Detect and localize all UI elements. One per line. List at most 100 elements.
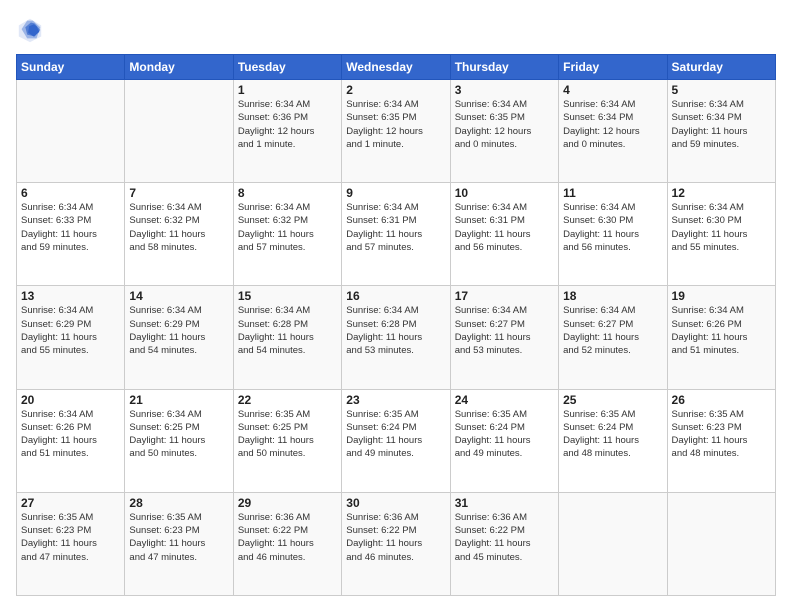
calendar-cell	[125, 80, 233, 183]
weekday-header: Wednesday	[342, 55, 450, 80]
calendar-cell: 15Sunrise: 6:34 AMSunset: 6:28 PMDayligh…	[233, 286, 341, 389]
day-info: Sunrise: 6:34 AMSunset: 6:26 PMDaylight:…	[672, 304, 771, 357]
day-info: Sunrise: 6:36 AMSunset: 6:22 PMDaylight:…	[238, 511, 337, 564]
calendar-cell: 9Sunrise: 6:34 AMSunset: 6:31 PMDaylight…	[342, 183, 450, 286]
day-number: 30	[346, 496, 445, 510]
day-info: Sunrise: 6:34 AMSunset: 6:25 PMDaylight:…	[129, 408, 228, 461]
day-info: Sunrise: 6:34 AMSunset: 6:30 PMDaylight:…	[672, 201, 771, 254]
day-number: 10	[455, 186, 554, 200]
calendar-cell: 30Sunrise: 6:36 AMSunset: 6:22 PMDayligh…	[342, 492, 450, 595]
day-number: 6	[21, 186, 120, 200]
calendar-cell: 25Sunrise: 6:35 AMSunset: 6:24 PMDayligh…	[559, 389, 667, 492]
weekday-header: Thursday	[450, 55, 558, 80]
logo-icon	[16, 16, 44, 44]
day-info: Sunrise: 6:34 AMSunset: 6:32 PMDaylight:…	[238, 201, 337, 254]
weekday-header: Tuesday	[233, 55, 341, 80]
calendar-table: SundayMondayTuesdayWednesdayThursdayFrid…	[16, 54, 776, 596]
day-number: 8	[238, 186, 337, 200]
day-info: Sunrise: 6:34 AMSunset: 6:29 PMDaylight:…	[21, 304, 120, 357]
day-info: Sunrise: 6:35 AMSunset: 6:24 PMDaylight:…	[455, 408, 554, 461]
day-number: 13	[21, 289, 120, 303]
calendar-cell: 27Sunrise: 6:35 AMSunset: 6:23 PMDayligh…	[17, 492, 125, 595]
calendar-cell: 28Sunrise: 6:35 AMSunset: 6:23 PMDayligh…	[125, 492, 233, 595]
day-info: Sunrise: 6:34 AMSunset: 6:33 PMDaylight:…	[21, 201, 120, 254]
day-info: Sunrise: 6:36 AMSunset: 6:22 PMDaylight:…	[346, 511, 445, 564]
calendar-cell: 11Sunrise: 6:34 AMSunset: 6:30 PMDayligh…	[559, 183, 667, 286]
day-info: Sunrise: 6:34 AMSunset: 6:27 PMDaylight:…	[455, 304, 554, 357]
day-info: Sunrise: 6:34 AMSunset: 6:29 PMDaylight:…	[129, 304, 228, 357]
day-number: 31	[455, 496, 554, 510]
calendar-cell: 19Sunrise: 6:34 AMSunset: 6:26 PMDayligh…	[667, 286, 775, 389]
calendar-cell: 8Sunrise: 6:34 AMSunset: 6:32 PMDaylight…	[233, 183, 341, 286]
day-info: Sunrise: 6:34 AMSunset: 6:30 PMDaylight:…	[563, 201, 662, 254]
day-info: Sunrise: 6:34 AMSunset: 6:28 PMDaylight:…	[346, 304, 445, 357]
day-info: Sunrise: 6:34 AMSunset: 6:31 PMDaylight:…	[455, 201, 554, 254]
calendar-cell: 2Sunrise: 6:34 AMSunset: 6:35 PMDaylight…	[342, 80, 450, 183]
day-number: 16	[346, 289, 445, 303]
calendar-cell: 31Sunrise: 6:36 AMSunset: 6:22 PMDayligh…	[450, 492, 558, 595]
day-number: 20	[21, 393, 120, 407]
day-info: Sunrise: 6:34 AMSunset: 6:32 PMDaylight:…	[129, 201, 228, 254]
calendar-cell: 29Sunrise: 6:36 AMSunset: 6:22 PMDayligh…	[233, 492, 341, 595]
day-info: Sunrise: 6:35 AMSunset: 6:23 PMDaylight:…	[21, 511, 120, 564]
day-number: 4	[563, 83, 662, 97]
calendar-cell: 20Sunrise: 6:34 AMSunset: 6:26 PMDayligh…	[17, 389, 125, 492]
header-row: SundayMondayTuesdayWednesdayThursdayFrid…	[17, 55, 776, 80]
day-number: 29	[238, 496, 337, 510]
calendar-cell: 26Sunrise: 6:35 AMSunset: 6:23 PMDayligh…	[667, 389, 775, 492]
calendar-cell	[559, 492, 667, 595]
day-number: 9	[346, 186, 445, 200]
calendar-cell: 17Sunrise: 6:34 AMSunset: 6:27 PMDayligh…	[450, 286, 558, 389]
calendar-week-row: 27Sunrise: 6:35 AMSunset: 6:23 PMDayligh…	[17, 492, 776, 595]
day-number: 19	[672, 289, 771, 303]
day-info: Sunrise: 6:34 AMSunset: 6:35 PMDaylight:…	[346, 98, 445, 151]
calendar-cell: 7Sunrise: 6:34 AMSunset: 6:32 PMDaylight…	[125, 183, 233, 286]
day-number: 26	[672, 393, 771, 407]
day-number: 2	[346, 83, 445, 97]
weekday-header: Saturday	[667, 55, 775, 80]
calendar-cell: 6Sunrise: 6:34 AMSunset: 6:33 PMDaylight…	[17, 183, 125, 286]
day-info: Sunrise: 6:34 AMSunset: 6:35 PMDaylight:…	[455, 98, 554, 151]
calendar-week-row: 20Sunrise: 6:34 AMSunset: 6:26 PMDayligh…	[17, 389, 776, 492]
day-number: 1	[238, 83, 337, 97]
day-info: Sunrise: 6:34 AMSunset: 6:36 PMDaylight:…	[238, 98, 337, 151]
calendar-cell: 5Sunrise: 6:34 AMSunset: 6:34 PMDaylight…	[667, 80, 775, 183]
day-number: 24	[455, 393, 554, 407]
calendar-cell: 10Sunrise: 6:34 AMSunset: 6:31 PMDayligh…	[450, 183, 558, 286]
day-info: Sunrise: 6:34 AMSunset: 6:34 PMDaylight:…	[563, 98, 662, 151]
day-number: 3	[455, 83, 554, 97]
day-number: 28	[129, 496, 228, 510]
day-info: Sunrise: 6:36 AMSunset: 6:22 PMDaylight:…	[455, 511, 554, 564]
day-info: Sunrise: 6:35 AMSunset: 6:23 PMDaylight:…	[672, 408, 771, 461]
day-info: Sunrise: 6:35 AMSunset: 6:25 PMDaylight:…	[238, 408, 337, 461]
day-number: 22	[238, 393, 337, 407]
day-info: Sunrise: 6:34 AMSunset: 6:34 PMDaylight:…	[672, 98, 771, 151]
day-info: Sunrise: 6:34 AMSunset: 6:27 PMDaylight:…	[563, 304, 662, 357]
day-info: Sunrise: 6:34 AMSunset: 6:31 PMDaylight:…	[346, 201, 445, 254]
calendar-cell: 21Sunrise: 6:34 AMSunset: 6:25 PMDayligh…	[125, 389, 233, 492]
day-number: 25	[563, 393, 662, 407]
day-number: 21	[129, 393, 228, 407]
header	[16, 16, 776, 44]
calendar-cell: 3Sunrise: 6:34 AMSunset: 6:35 PMDaylight…	[450, 80, 558, 183]
page: SundayMondayTuesdayWednesdayThursdayFrid…	[0, 0, 792, 612]
calendar-cell: 24Sunrise: 6:35 AMSunset: 6:24 PMDayligh…	[450, 389, 558, 492]
day-info: Sunrise: 6:34 AMSunset: 6:28 PMDaylight:…	[238, 304, 337, 357]
calendar-week-row: 1Sunrise: 6:34 AMSunset: 6:36 PMDaylight…	[17, 80, 776, 183]
day-info: Sunrise: 6:35 AMSunset: 6:23 PMDaylight:…	[129, 511, 228, 564]
calendar-cell	[667, 492, 775, 595]
weekday-header: Monday	[125, 55, 233, 80]
weekday-header: Friday	[559, 55, 667, 80]
day-number: 7	[129, 186, 228, 200]
day-info: Sunrise: 6:35 AMSunset: 6:24 PMDaylight:…	[563, 408, 662, 461]
calendar-cell: 18Sunrise: 6:34 AMSunset: 6:27 PMDayligh…	[559, 286, 667, 389]
calendar-week-row: 13Sunrise: 6:34 AMSunset: 6:29 PMDayligh…	[17, 286, 776, 389]
logo	[16, 16, 48, 44]
calendar-week-row: 6Sunrise: 6:34 AMSunset: 6:33 PMDaylight…	[17, 183, 776, 286]
day-info: Sunrise: 6:35 AMSunset: 6:24 PMDaylight:…	[346, 408, 445, 461]
calendar-cell: 23Sunrise: 6:35 AMSunset: 6:24 PMDayligh…	[342, 389, 450, 492]
day-info: Sunrise: 6:34 AMSunset: 6:26 PMDaylight:…	[21, 408, 120, 461]
day-number: 5	[672, 83, 771, 97]
calendar-cell: 12Sunrise: 6:34 AMSunset: 6:30 PMDayligh…	[667, 183, 775, 286]
calendar-cell: 22Sunrise: 6:35 AMSunset: 6:25 PMDayligh…	[233, 389, 341, 492]
